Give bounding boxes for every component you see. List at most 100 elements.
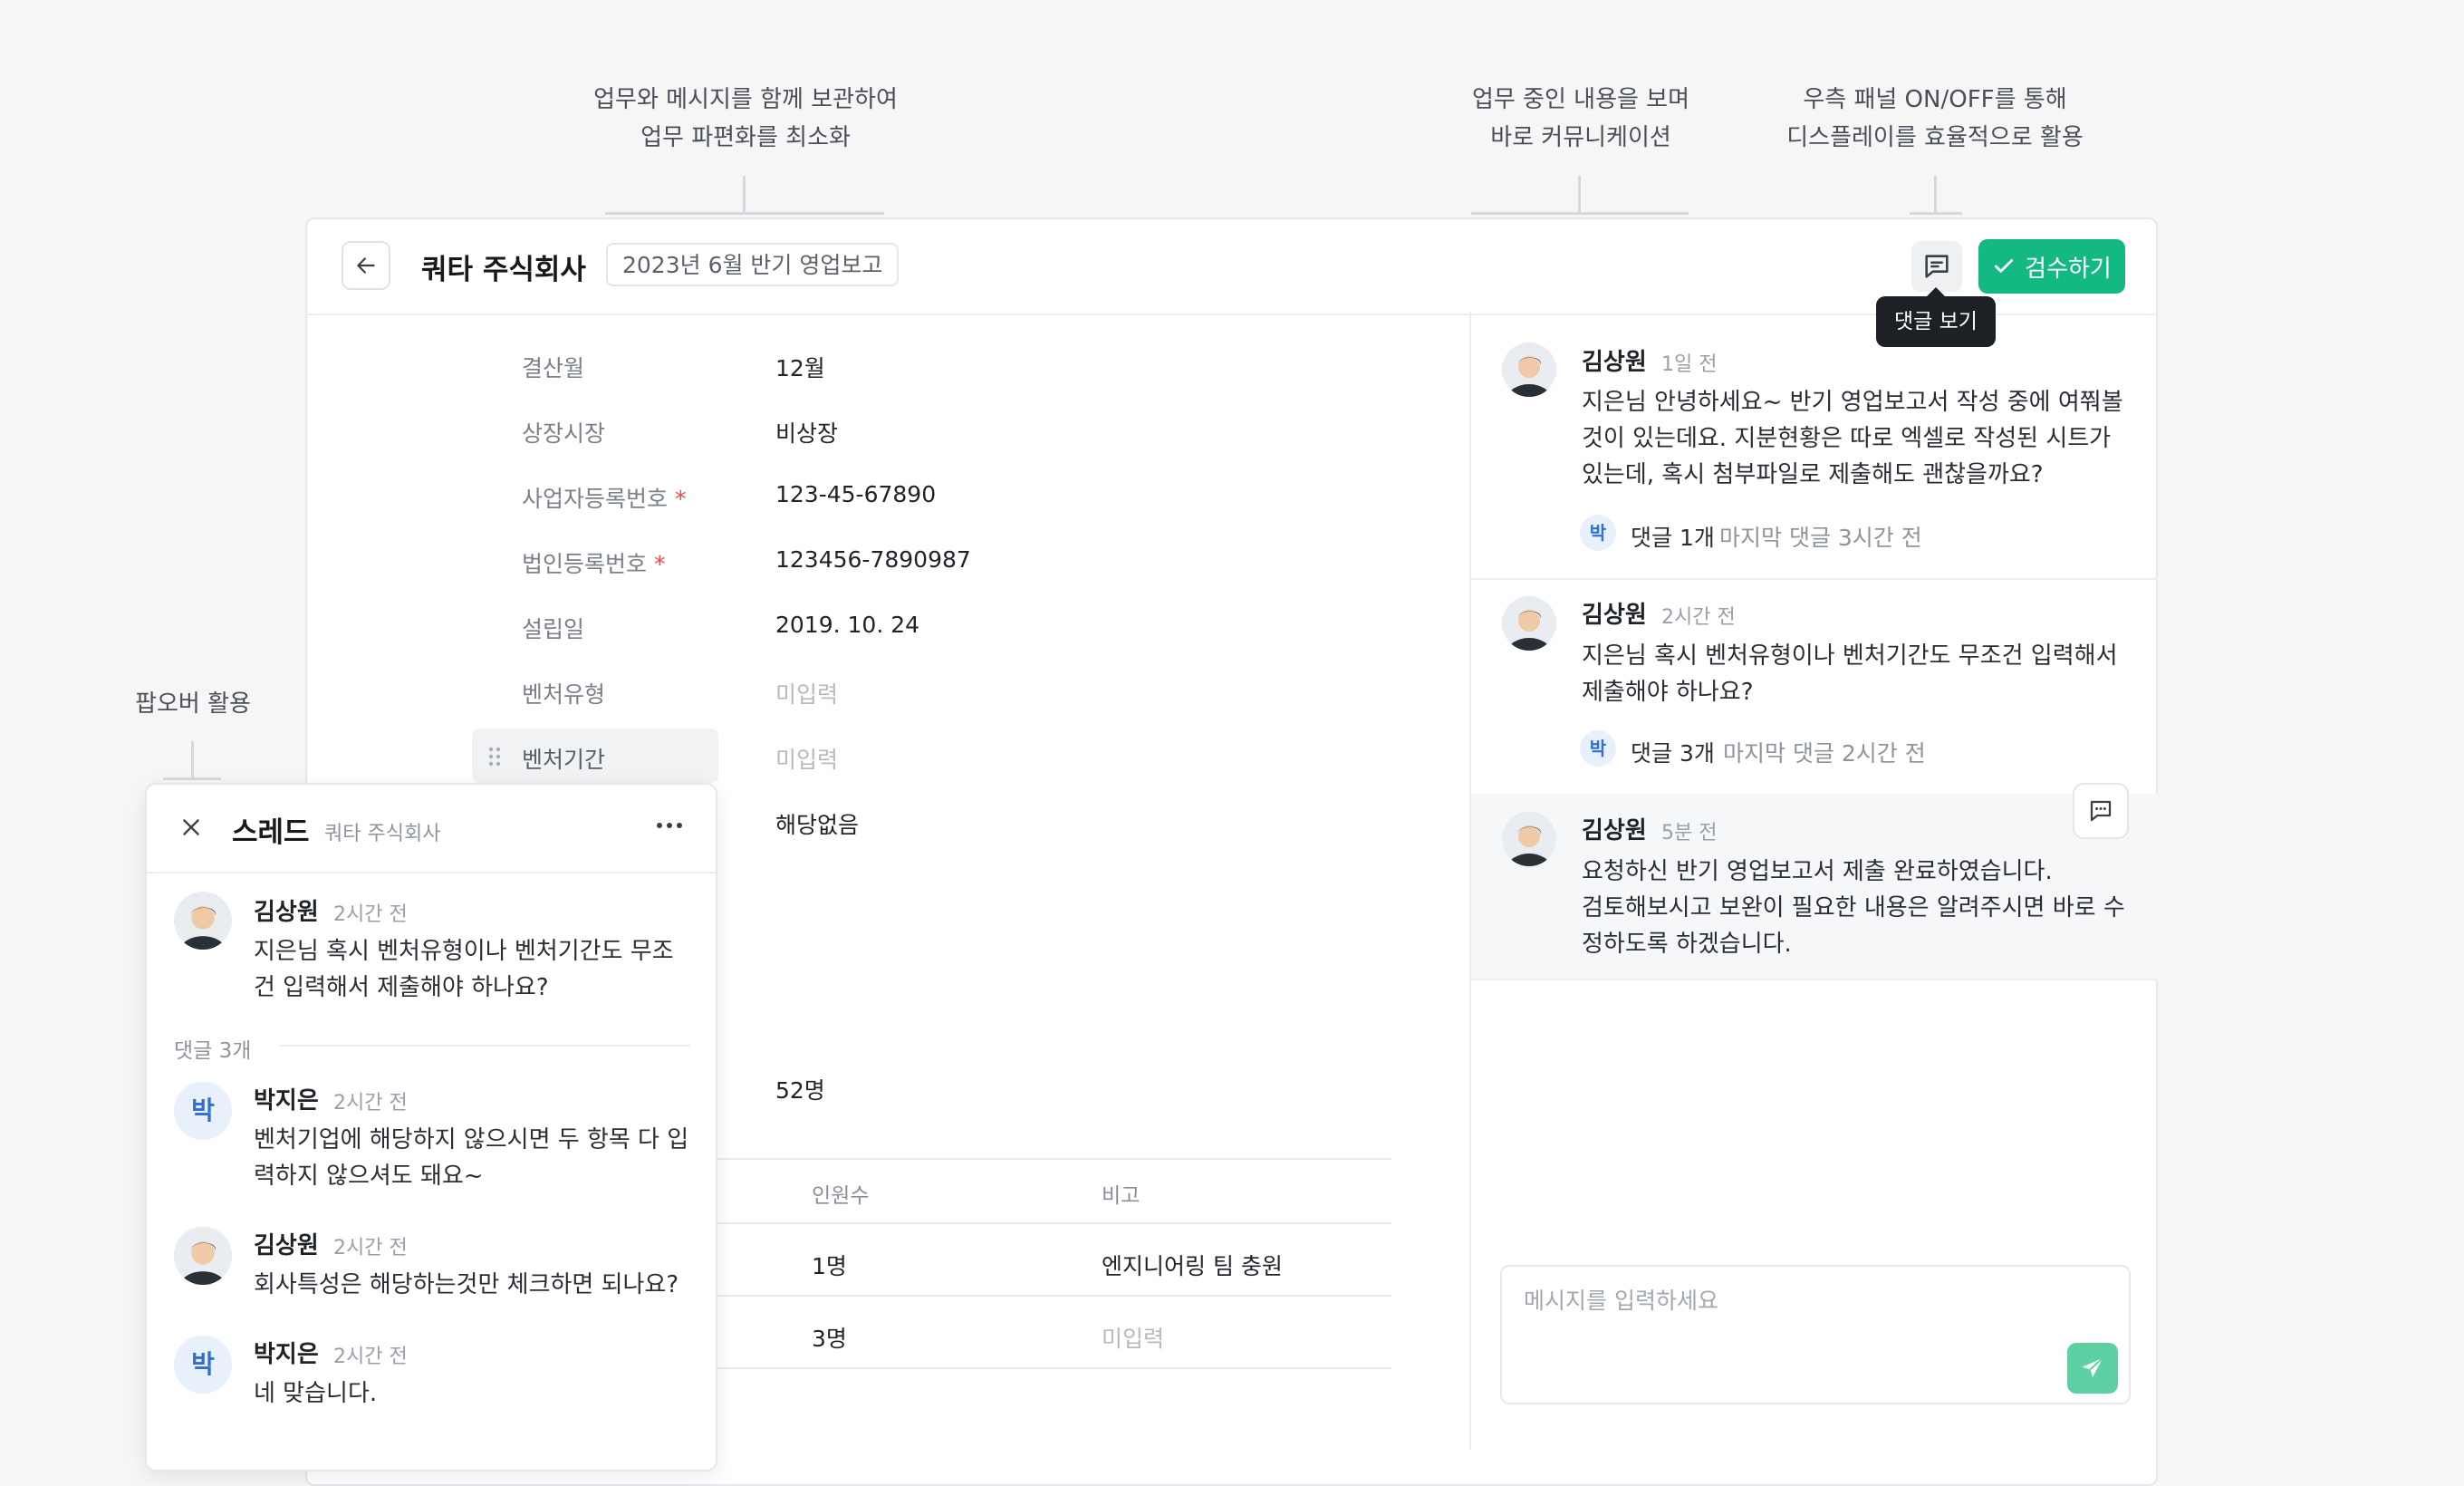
approve-label: 검수하기 — [2025, 255, 2112, 283]
field-value-company-features[interactable]: 해당없음 — [775, 807, 859, 840]
reply-count-link[interactable]: 댓글 3개 — [1631, 736, 1715, 768]
thread-popover: 스레드 쿼타 주식회사 김상원 2시간 전 지은님 혹시 벤처유형이나 벤처기간… — [145, 783, 717, 1472]
replies-count-label: 댓글 3개 — [174, 1039, 252, 1063]
field-value-listed-market[interactable]: 비상장 — [775, 416, 838, 449]
table-header-count: 인원수 — [812, 1184, 870, 1208]
reply-time: 2시간 전 — [333, 1092, 408, 1114]
field-label-founded-date: 설립일 — [522, 616, 585, 642]
annotation-guide — [1578, 176, 1581, 214]
field-label-corporate-number: 법인등록번호 * — [522, 551, 666, 577]
comment-item[interactable]: 김상원 1일 전 지은님 안녕하세요~ 반기 영업보고서 작성 중에 여쭤볼 것… — [1471, 312, 2158, 580]
reply-body: 네 맞습니다. — [254, 1380, 378, 1407]
annotation-guide — [1934, 176, 1937, 214]
send-button[interactable] — [2067, 1343, 2118, 1394]
annotation-guide — [191, 741, 194, 779]
annotation-guide — [1471, 212, 1689, 215]
company-title: 쿼타 주식회사 — [421, 254, 586, 286]
more-options-icon[interactable] — [656, 821, 683, 830]
comment-author: 김상원 — [1582, 602, 1647, 629]
field-label-business-number: 사업자등록번호 * — [522, 486, 687, 512]
comment-body: 지은님 안녕하세요~ 반기 영업보고서 작성 중에 여쭤볼 것이 있는데요. 지… — [1582, 389, 2123, 488]
field-value-venture-period[interactable]: 미입력 — [775, 742, 838, 775]
table-border — [707, 1222, 1391, 1224]
reply-last-time: 마지막 댓글 3시간 전 — [1719, 525, 1922, 551]
arrow-left-icon — [357, 257, 375, 274]
thread-body: 지은님 혹시 벤처유형이나 벤처기간도 무조 건 입력해서 제출해야 하나요? — [254, 938, 674, 1001]
table-cell-count[interactable]: 1명 — [812, 1249, 847, 1281]
field-value-business-number[interactable]: 123-45-67890 — [775, 481, 936, 507]
field-value-corporate-number[interactable]: 123456-7890987 — [775, 546, 971, 573]
table-cell-note[interactable]: 엔지니어링 팀 충원 — [1102, 1249, 1283, 1281]
send-icon — [2082, 1357, 2103, 1377]
field-value-founded-date[interactable]: 2019. 10. 24 — [775, 612, 919, 638]
avatar — [1502, 812, 1556, 866]
annotation-guide — [605, 212, 884, 215]
reply-author: 박지은 — [254, 1341, 319, 1368]
drag-handle-icon[interactable] — [487, 746, 502, 767]
comment-author: 김상원 — [1582, 349, 1647, 376]
field-value-venture-type[interactable]: 미입력 — [775, 677, 838, 709]
table-cell-note[interactable]: 미입력 — [1102, 1321, 1164, 1354]
thread-header: 스레드 쿼타 주식회사 — [147, 785, 716, 873]
thread-author: 김상원 — [254, 899, 319, 926]
annotation-guide — [163, 777, 221, 780]
message-input[interactable]: 메시지를 입력하세요 — [1500, 1265, 2131, 1404]
reply-avatar: 박 — [1580, 515, 1616, 551]
table-header-note: 비고 — [1102, 1184, 1141, 1208]
back-button[interactable] — [342, 241, 390, 290]
user-photo-icon — [174, 1227, 232, 1285]
annotation-panel-toggle: 우측 패널 ON/OFF를 통해 디스플레이를 효율적으로 활용 — [1786, 86, 2084, 151]
user-photo-icon — [1502, 343, 1556, 397]
avatar: 박 — [174, 1082, 232, 1140]
field-label-venture-type: 벤처유형 — [522, 681, 606, 708]
reply-body: 벤처기업에 해당하지 않으시면 두 항목 다 입 력하지 않으셔도 돼요~ — [254, 1126, 689, 1190]
comment-time: 2시간 전 — [1661, 606, 1736, 629]
reply-body: 회사특성은 해당하는것만 체크하면 되나요? — [254, 1271, 679, 1298]
comment-item[interactable]: 김상원 5분 전 요청하신 반기 영업보고서 제출 완료하였습니다. 검토해보시… — [1471, 794, 2158, 980]
comment-time: 5분 전 — [1661, 822, 1718, 844]
comment-author: 김상원 — [1582, 817, 1647, 844]
thread-title: 스레드 — [232, 816, 310, 849]
approve-button[interactable]: 검수하기 — [1978, 239, 2125, 294]
close-icon[interactable] — [179, 815, 203, 839]
avatar — [1502, 596, 1556, 651]
table-border — [707, 1295, 1391, 1297]
comment-item[interactable]: 김상원 2시간 전 지은님 혹시 벤처유형이나 벤처기간도 무조건 입력해서 제… — [1471, 578, 2158, 796]
field-label-venture-period: 벤처기간 — [522, 747, 606, 773]
table-cell-count[interactable]: 3명 — [812, 1321, 847, 1354]
comment-icon — [1925, 255, 1949, 278]
divider — [279, 1045, 690, 1047]
field-value-settlement-month[interactable]: 12월 — [775, 351, 825, 383]
annotation-message-archive: 업무와 메시지를 함께 보관하여 업무 파편화를 최소화 — [593, 86, 898, 151]
comment-reply-icon — [2090, 800, 2112, 822]
check-icon — [1995, 259, 2014, 273]
field-label-settlement-month: 결산월 — [522, 355, 585, 381]
message-placeholder: 메시지를 입력하세요 — [1524, 1288, 1718, 1314]
reply-thread-button[interactable] — [2073, 783, 2129, 839]
annotation-guide — [1910, 212, 1962, 215]
comment-body: 요청하신 반기 영업보고서 제출 완료하였습니다. 검토해보시고 보완이 필요한… — [1582, 858, 2125, 958]
thread-time: 2시간 전 — [333, 903, 408, 926]
document-chip[interactable]: 2023년 6월 반기 영업보고 — [606, 243, 900, 286]
avatar — [174, 1227, 232, 1285]
reply-author: 김상원 — [254, 1232, 319, 1259]
reply-time: 2시간 전 — [333, 1346, 408, 1368]
user-photo-icon — [1502, 812, 1556, 866]
avatar — [1502, 343, 1556, 397]
toggle-comments-button[interactable] — [1911, 241, 1962, 292]
reply-count-link[interactable]: 댓글 1개 — [1631, 520, 1715, 553]
annotation-communication: 업무 중인 내용을 보며 바로 커뮤니케이션 — [1471, 86, 1690, 151]
avatar — [174, 892, 232, 950]
field-label-listed-market: 상장시장 — [522, 420, 606, 447]
thread-subtitle: 쿼타 주식회사 — [324, 823, 441, 845]
comment-body: 지은님 혹시 벤처유형이나 벤처기간도 무조건 입력해서 제출해야 하나요? — [1582, 642, 2118, 706]
reply-last-time: 마지막 댓글 2시간 전 — [1723, 740, 1926, 767]
user-photo-icon — [174, 892, 232, 950]
table-border — [707, 1367, 1391, 1369]
required-mark: * — [675, 486, 687, 512]
field-value-employee-count[interactable]: 52명 — [775, 1073, 825, 1105]
table-border — [707, 1158, 1391, 1160]
reply-author: 박지은 — [254, 1087, 319, 1114]
annotation-popover: 팝오버 활용 — [135, 690, 251, 718]
reply-time: 2시간 전 — [333, 1237, 408, 1259]
